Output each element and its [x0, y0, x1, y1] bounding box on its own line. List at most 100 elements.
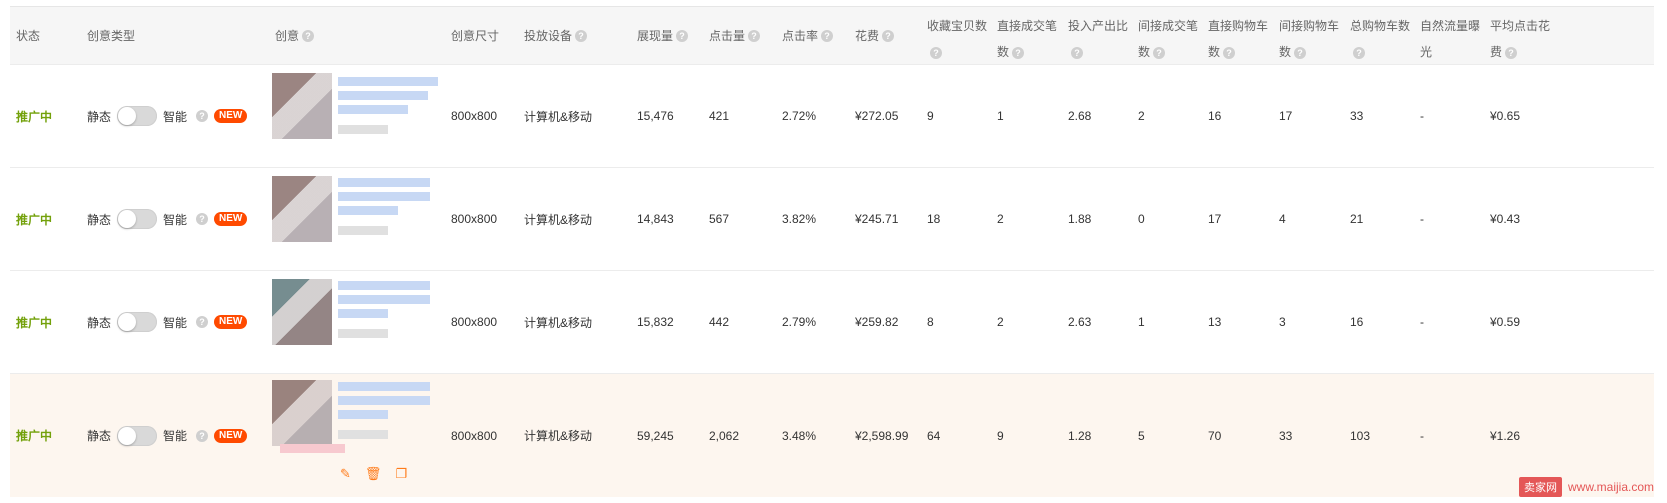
help-icon[interactable]: ?: [1153, 46, 1166, 59]
indirect-orders: 5: [1138, 428, 1145, 443]
table-row[interactable]: 推广中 静态 智能 ? NEW ✎ 🗑 ❐ 800x800 计算机&移动 59,…: [10, 374, 1654, 497]
help-icon[interactable]: ?: [821, 29, 834, 42]
static-label: 静态: [87, 109, 112, 124]
avg-cpc: ¥0.43: [1490, 212, 1521, 226]
help-icon[interactable]: ?: [930, 46, 942, 59]
help-icon[interactable]: ?: [575, 29, 588, 42]
help-icon[interactable]: ?: [1294, 46, 1307, 59]
natural-exposure: -: [1420, 315, 1424, 329]
direct-orders: 1: [997, 109, 1004, 123]
creative-type: 静态 智能 ? NEW: [87, 374, 248, 497]
cost: ¥2,598.99: [855, 428, 909, 443]
creative-title[interactable]: [338, 105, 408, 114]
header-indirect-cart: 间接购物车数?: [1279, 19, 1340, 59]
creative-title[interactable]: [338, 91, 428, 100]
creative-title[interactable]: [338, 309, 388, 318]
roi: 1.88: [1068, 212, 1092, 226]
creative-meta: [338, 226, 388, 235]
help-icon[interactable]: ?: [1505, 46, 1518, 59]
help-icon[interactable]: ?: [1012, 46, 1025, 59]
header-creative-type: 创意类型: [87, 28, 136, 43]
fav-count: 8: [927, 315, 934, 329]
natural-exposure: -: [1420, 212, 1424, 226]
new-badge: NEW: [214, 428, 248, 443]
table-row[interactable]: 推广中 静态 智能 ? NEW 800x800 计算机&移动 15,476 42…: [10, 65, 1654, 168]
help-icon[interactable]: ?: [748, 29, 761, 42]
help-icon[interactable]: ?: [196, 213, 209, 225]
watermark: 卖家网 www.maijia.com: [1518, 477, 1654, 497]
total-cart: 33: [1350, 109, 1364, 123]
trash-icon[interactable]: 🗑: [365, 466, 382, 482]
table-row[interactable]: 推广中 静态 智能 ? NEW 800x800 计算机&移动 14,843 56…: [10, 168, 1654, 271]
creative-thumbnail[interactable]: [272, 73, 332, 139]
help-icon[interactable]: ?: [676, 29, 689, 42]
creative-title[interactable]: [338, 295, 430, 304]
row-actions: ✎ 🗑 ❐: [340, 466, 407, 482]
creative-thumbnail[interactable]: [272, 176, 332, 242]
creative-type-toggle[interactable]: [117, 312, 158, 332]
fav-count: 18: [927, 212, 941, 226]
device: 计算机&移动: [524, 315, 593, 330]
table-row[interactable]: 推广中 静态 智能 ? NEW 800x800 计算机&移动 15,832 44…: [10, 271, 1654, 374]
creative-type-toggle[interactable]: [117, 425, 158, 446]
indirect-orders: 1: [1138, 315, 1145, 329]
direct-orders: 2: [997, 212, 1004, 226]
creative-size: 800x800: [451, 109, 498, 123]
status-badge: 推广中: [16, 315, 53, 330]
header-ctr: 点击率?: [782, 7, 852, 64]
cost: ¥259.82: [855, 315, 899, 329]
header-fav: 收藏宝贝数?: [927, 19, 988, 59]
creative-thumbnail[interactable]: [272, 380, 332, 446]
creative-title[interactable]: [338, 77, 438, 86]
help-icon[interactable]: ?: [302, 29, 315, 42]
status-badge: 推广中: [16, 429, 53, 443]
header-status: 状态: [16, 28, 41, 43]
pencil-icon[interactable]: ✎: [340, 466, 351, 482]
fav-count: 64: [927, 428, 941, 443]
help-icon[interactable]: ?: [196, 429, 209, 442]
creative-table: 状态 创意类型 创意? 创意尺寸 投放设备? 展现量? 点击量? 点击率? 花费…: [10, 6, 1654, 497]
creative-title[interactable]: [338, 206, 398, 215]
creative-title[interactable]: [338, 382, 430, 391]
new-badge: NEW: [214, 109, 248, 123]
help-icon[interactable]: ?: [1223, 46, 1236, 59]
help-icon[interactable]: ?: [1071, 46, 1083, 59]
avg-cpc: ¥0.59: [1490, 315, 1521, 329]
static-label: 静态: [87, 315, 112, 330]
ctr: 3.48%: [782, 428, 817, 443]
roi: 2.68: [1068, 109, 1092, 123]
help-icon[interactable]: ?: [1353, 46, 1365, 59]
creative-title[interactable]: [338, 178, 430, 187]
header-indirect-orders: 间接成交笔数?: [1138, 19, 1199, 59]
watermark-logo: 卖家网: [1518, 477, 1562, 497]
copy-icon[interactable]: ❐: [395, 466, 407, 482]
header-natural-exposure: 自然流量曝光: [1420, 19, 1481, 59]
creative-tag: [280, 444, 345, 453]
creative-type-toggle[interactable]: [117, 209, 158, 229]
creative-thumbnail[interactable]: [272, 279, 332, 345]
avg-cpc: ¥1.26: [1490, 428, 1521, 443]
impressions: 14,843: [637, 212, 674, 226]
creative-size: 800x800: [451, 315, 498, 329]
help-icon[interactable]: ?: [882, 29, 895, 42]
new-badge: NEW: [214, 212, 248, 226]
help-icon[interactable]: ?: [196, 110, 209, 122]
creative-meta: [338, 430, 388, 439]
natural-exposure: -: [1420, 428, 1424, 443]
creative-title[interactable]: [338, 192, 430, 201]
creative-title[interactable]: [338, 396, 430, 405]
indirect-cart: 4: [1279, 212, 1286, 226]
direct-cart: 16: [1208, 109, 1222, 123]
indirect-cart: 17: [1279, 109, 1293, 123]
watermark-url: www.maijia.com: [1567, 480, 1654, 494]
direct-orders: 2: [997, 315, 1004, 329]
impressions: 59,245: [637, 428, 674, 443]
header-size: 创意尺寸: [451, 28, 500, 43]
creative-type-toggle[interactable]: [117, 106, 158, 126]
clicks: 567: [709, 212, 730, 226]
creative-title[interactable]: [338, 410, 388, 419]
help-icon[interactable]: ?: [196, 316, 209, 328]
creative-title[interactable]: [338, 281, 430, 290]
clicks: 2,062: [709, 428, 740, 443]
header-avg-cpc: 平均点击花费?: [1490, 19, 1551, 59]
